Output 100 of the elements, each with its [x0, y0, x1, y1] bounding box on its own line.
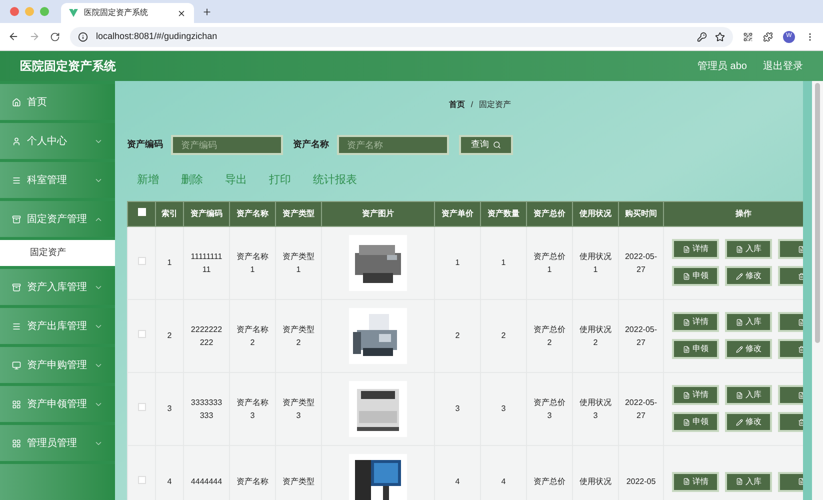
table-cell-text: 资产名称1 [236, 250, 270, 276]
sidebar-item[interactable]: 资产申购管理 [0, 347, 115, 383]
sidebar-item[interactable]: 个人中心 [0, 123, 115, 159]
column-header: 资产图片 [322, 201, 434, 226]
row-action-button[interactable]: 入库 [725, 385, 772, 405]
row-action-button[interactable]: 修改 [725, 339, 772, 359]
table-cell-text: 资产类型2 [282, 324, 316, 348]
row-action-button[interactable]: 详情 [672, 385, 719, 405]
back-icon[interactable] [8, 31, 19, 42]
row-action-button[interactable]: 申领 [672, 339, 719, 359]
table-cell-text: 资产名称2 [236, 324, 270, 348]
row-action-button[interactable]: 修改 [725, 266, 772, 286]
column-header: 索引 [156, 201, 184, 226]
table-cell-text: 资产总价1 [532, 250, 566, 276]
trash-icon [798, 272, 803, 280]
table-cell-text: 使用状况1 [578, 250, 612, 276]
table-cell-text: 4444444 [190, 476, 222, 488]
document-icon [682, 418, 690, 426]
document-icon [798, 246, 803, 252]
table-cell-text: 2 [455, 330, 460, 342]
table-cell-text: 使用状况3 [578, 396, 612, 422]
row-checkbox[interactable] [138, 476, 146, 484]
field-label: 资产编码 [127, 138, 163, 152]
row-action-button[interactable]: 入库 [725, 312, 772, 332]
table-cell-text: 资产总价 [534, 476, 566, 488]
scrollbar[interactable] [812, 81, 823, 500]
close-window-icon[interactable] [10, 7, 19, 16]
table-cell-text: 2 [167, 330, 172, 342]
breadcrumb-link[interactable]: 首页 [448, 99, 465, 111]
table-cell-text: 资产总价3 [532, 396, 566, 422]
column-header: 资产总价 [526, 201, 572, 226]
reload-icon[interactable] [50, 32, 60, 42]
row-checkbox[interactable] [138, 256, 146, 264]
table-cell-text: 4 [455, 476, 460, 488]
table-cell-text: 4 [167, 476, 172, 488]
search-icon [493, 141, 501, 149]
search-field[interactable]: 资产编码 [171, 135, 283, 155]
sidebar-item[interactable]: 首页 [0, 84, 115, 120]
column-header: 资产名称 [230, 201, 276, 226]
document-icon [736, 478, 742, 485]
submenu-item[interactable]: 固定资产 [0, 240, 115, 266]
row-action-button[interactable]: 入库 [725, 472, 772, 492]
document-icon [736, 246, 742, 252]
table-cell-text: 2222222222 [190, 324, 224, 348]
sidebar-item[interactable]: 固定资产管理 [0, 201, 115, 237]
qr-code-icon[interactable] [743, 32, 753, 42]
table-cell-text: 3 [167, 403, 172, 415]
document-icon [682, 478, 690, 485]
sidebar-item[interactable]: 资产入库管理 [0, 269, 115, 305]
browser-tab[interactable]: 医院固定资产系统 [61, 3, 194, 23]
table-cell-text: 2 [501, 330, 506, 342]
row-action-button[interactable]: 详情 [672, 472, 719, 492]
select-all-checkbox[interactable] [138, 208, 146, 216]
field-label: 资产名称 [293, 138, 329, 152]
sidebar-item[interactable]: 管理员管理 [0, 425, 115, 461]
sidebar-item[interactable]: 资产出库管理 [0, 308, 115, 344]
row-action-button[interactable]: 详情 [672, 239, 719, 259]
table-cell-text: 资产类型3 [282, 396, 316, 422]
column-header: 资产单价 [434, 201, 480, 226]
document-icon [798, 478, 803, 485]
user-name: 管理员 abo [698, 60, 747, 74]
table-cell-text: 资产类型1 [282, 250, 316, 276]
pencil-icon [736, 418, 742, 426]
document-icon [798, 318, 803, 326]
row-action-button[interactable]: 申领 [672, 266, 719, 286]
row-action-button[interactable]: 详情 [672, 312, 719, 332]
breadcrumb-separator: / [470, 99, 474, 111]
document-icon [736, 318, 742, 326]
document-icon [682, 318, 690, 326]
search-field[interactable]: 资产名称 [337, 135, 449, 155]
document-icon [798, 392, 803, 398]
sidebar-item[interactable]: 科室管理 [0, 162, 115, 198]
table-cell-text: 3 [501, 403, 506, 415]
trash-icon [798, 418, 803, 426]
logo-icon [69, 9, 78, 17]
forward-icon[interactable] [29, 31, 40, 42]
address-bar[interactable]: localhost:8081/#/gudingzichan [70, 26, 733, 46]
close-icon[interactable] [177, 8, 186, 18]
row-checkbox[interactable] [138, 402, 146, 410]
pencil-icon [736, 346, 742, 352]
table-cell-text: 资产名称 [236, 476, 268, 488]
table-cell-text: 使用状况 [580, 476, 612, 488]
row-checkbox[interactable] [138, 330, 146, 338]
new-tab-icon[interactable] [202, 6, 212, 16]
column-header: 资产数量 [480, 201, 526, 226]
table-cell-text: 1 [455, 257, 460, 269]
table-cell-text: 4 [501, 476, 506, 488]
sidebar-item[interactable]: 资产申领管理 [0, 386, 115, 422]
row-action-button[interactable]: 申领 [672, 412, 719, 432]
extensions-icon[interactable] [763, 32, 773, 42]
pencil-icon [736, 272, 742, 280]
row-action-button[interactable]: 入库 [725, 239, 772, 259]
document-icon [682, 392, 690, 398]
table-cell-text: 资产总价2 [532, 324, 566, 348]
document-icon [682, 246, 690, 252]
query-button[interactable]: 查询 [459, 135, 513, 155]
logout-link[interactable]: 退出登录 [763, 58, 803, 74]
table-cell-text: 3333333333 [190, 396, 224, 422]
row-action-button[interactable]: 修改 [725, 412, 772, 432]
table-cell-text: 1 [501, 257, 506, 269]
